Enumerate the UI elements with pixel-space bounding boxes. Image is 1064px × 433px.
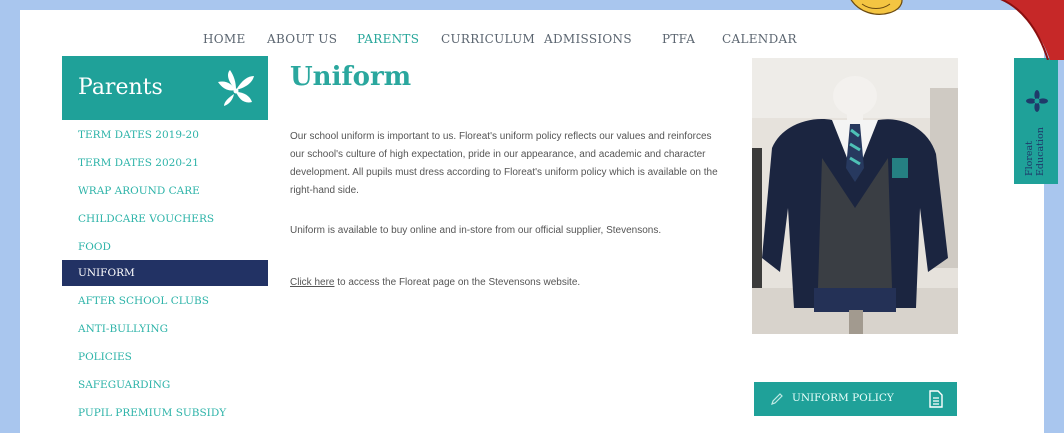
uniform-photo (752, 58, 958, 334)
nav-calendar[interactable]: CALENDAR (722, 32, 797, 46)
leaf-logo-icon (218, 70, 254, 106)
sidebar-item-safeguarding[interactable]: SAFEGUARDING (62, 372, 268, 398)
pencil-icon (771, 393, 783, 405)
brand-tab-line1: Floreat (1024, 141, 1035, 176)
sidebar-item-policies[interactable]: POLICIES (62, 344, 268, 370)
sidebar-item-childcare-vouchers[interactable]: CHILDCARE VOUCHERS (62, 206, 268, 232)
sidebar-item-term-dates-2019-20[interactable]: TERM DATES 2019-20 (62, 122, 268, 148)
page: HOME ABOUT US PARENTS CURRICULUM ADMISSI… (20, 10, 1058, 433)
sidebar-item-pupil-premium-subsidy[interactable]: PUPIL PREMIUM SUBSIDY (62, 400, 268, 426)
floreat-education-tab[interactable]: Floreat Education (1014, 58, 1058, 184)
sidebar-item-uniform[interactable]: UNIFORM (62, 260, 268, 286)
frame-left-band (0, 0, 20, 433)
stevensons-link-text: to access the Floreat page on the Steven… (334, 277, 581, 288)
uniform-policy-button[interactable]: UNIFORM POLICY (754, 382, 957, 416)
sidebar-item-term-dates-2020-21[interactable]: TERM DATES 2020-21 (62, 150, 268, 176)
corner-decoration-art (850, 0, 1064, 60)
uniform-policy-label: UNIFORM POLICY (792, 392, 894, 404)
sidebar-item-food[interactable]: FOOD (62, 234, 268, 260)
nav-ptfa[interactable]: PTFA (662, 32, 695, 46)
sidebar-header: Parents (62, 56, 268, 120)
brand-tab-text: Floreat Education (1024, 116, 1046, 176)
sidebar-item-wrap-around-care[interactable]: WRAP AROUND CARE (62, 178, 268, 204)
uniform-intro-paragraph: Our school uniform is important to us. F… (290, 131, 718, 196)
supplier-paragraph: Uniform is available to buy online and i… (290, 225, 662, 236)
sidebar-title: Parents (78, 75, 163, 100)
sidebar-item-anti-bullying[interactable]: ANTI-BULLYING (62, 316, 268, 342)
brand-tab-line2: Education (1035, 127, 1046, 176)
click-here-link[interactable]: Click here (290, 277, 334, 288)
stevensons-link-paragraph: Click here to access the Floreat page on… (290, 274, 722, 292)
nav-curriculum[interactable]: CURRICULUM (441, 32, 535, 46)
nav-parents[interactable]: PARENTS (357, 32, 419, 46)
nav-home[interactable]: HOME (203, 32, 246, 46)
page-title: Uniform (290, 62, 412, 92)
document-icon (929, 390, 943, 408)
nav-about-us[interactable]: ABOUT US (267, 32, 337, 46)
sidebar-item-after-school-clubs[interactable]: AFTER SCHOOL CLUBS (62, 288, 268, 314)
flower-logo-icon (1026, 90, 1048, 112)
nav-admissions[interactable]: ADMISSIONS (544, 32, 632, 46)
